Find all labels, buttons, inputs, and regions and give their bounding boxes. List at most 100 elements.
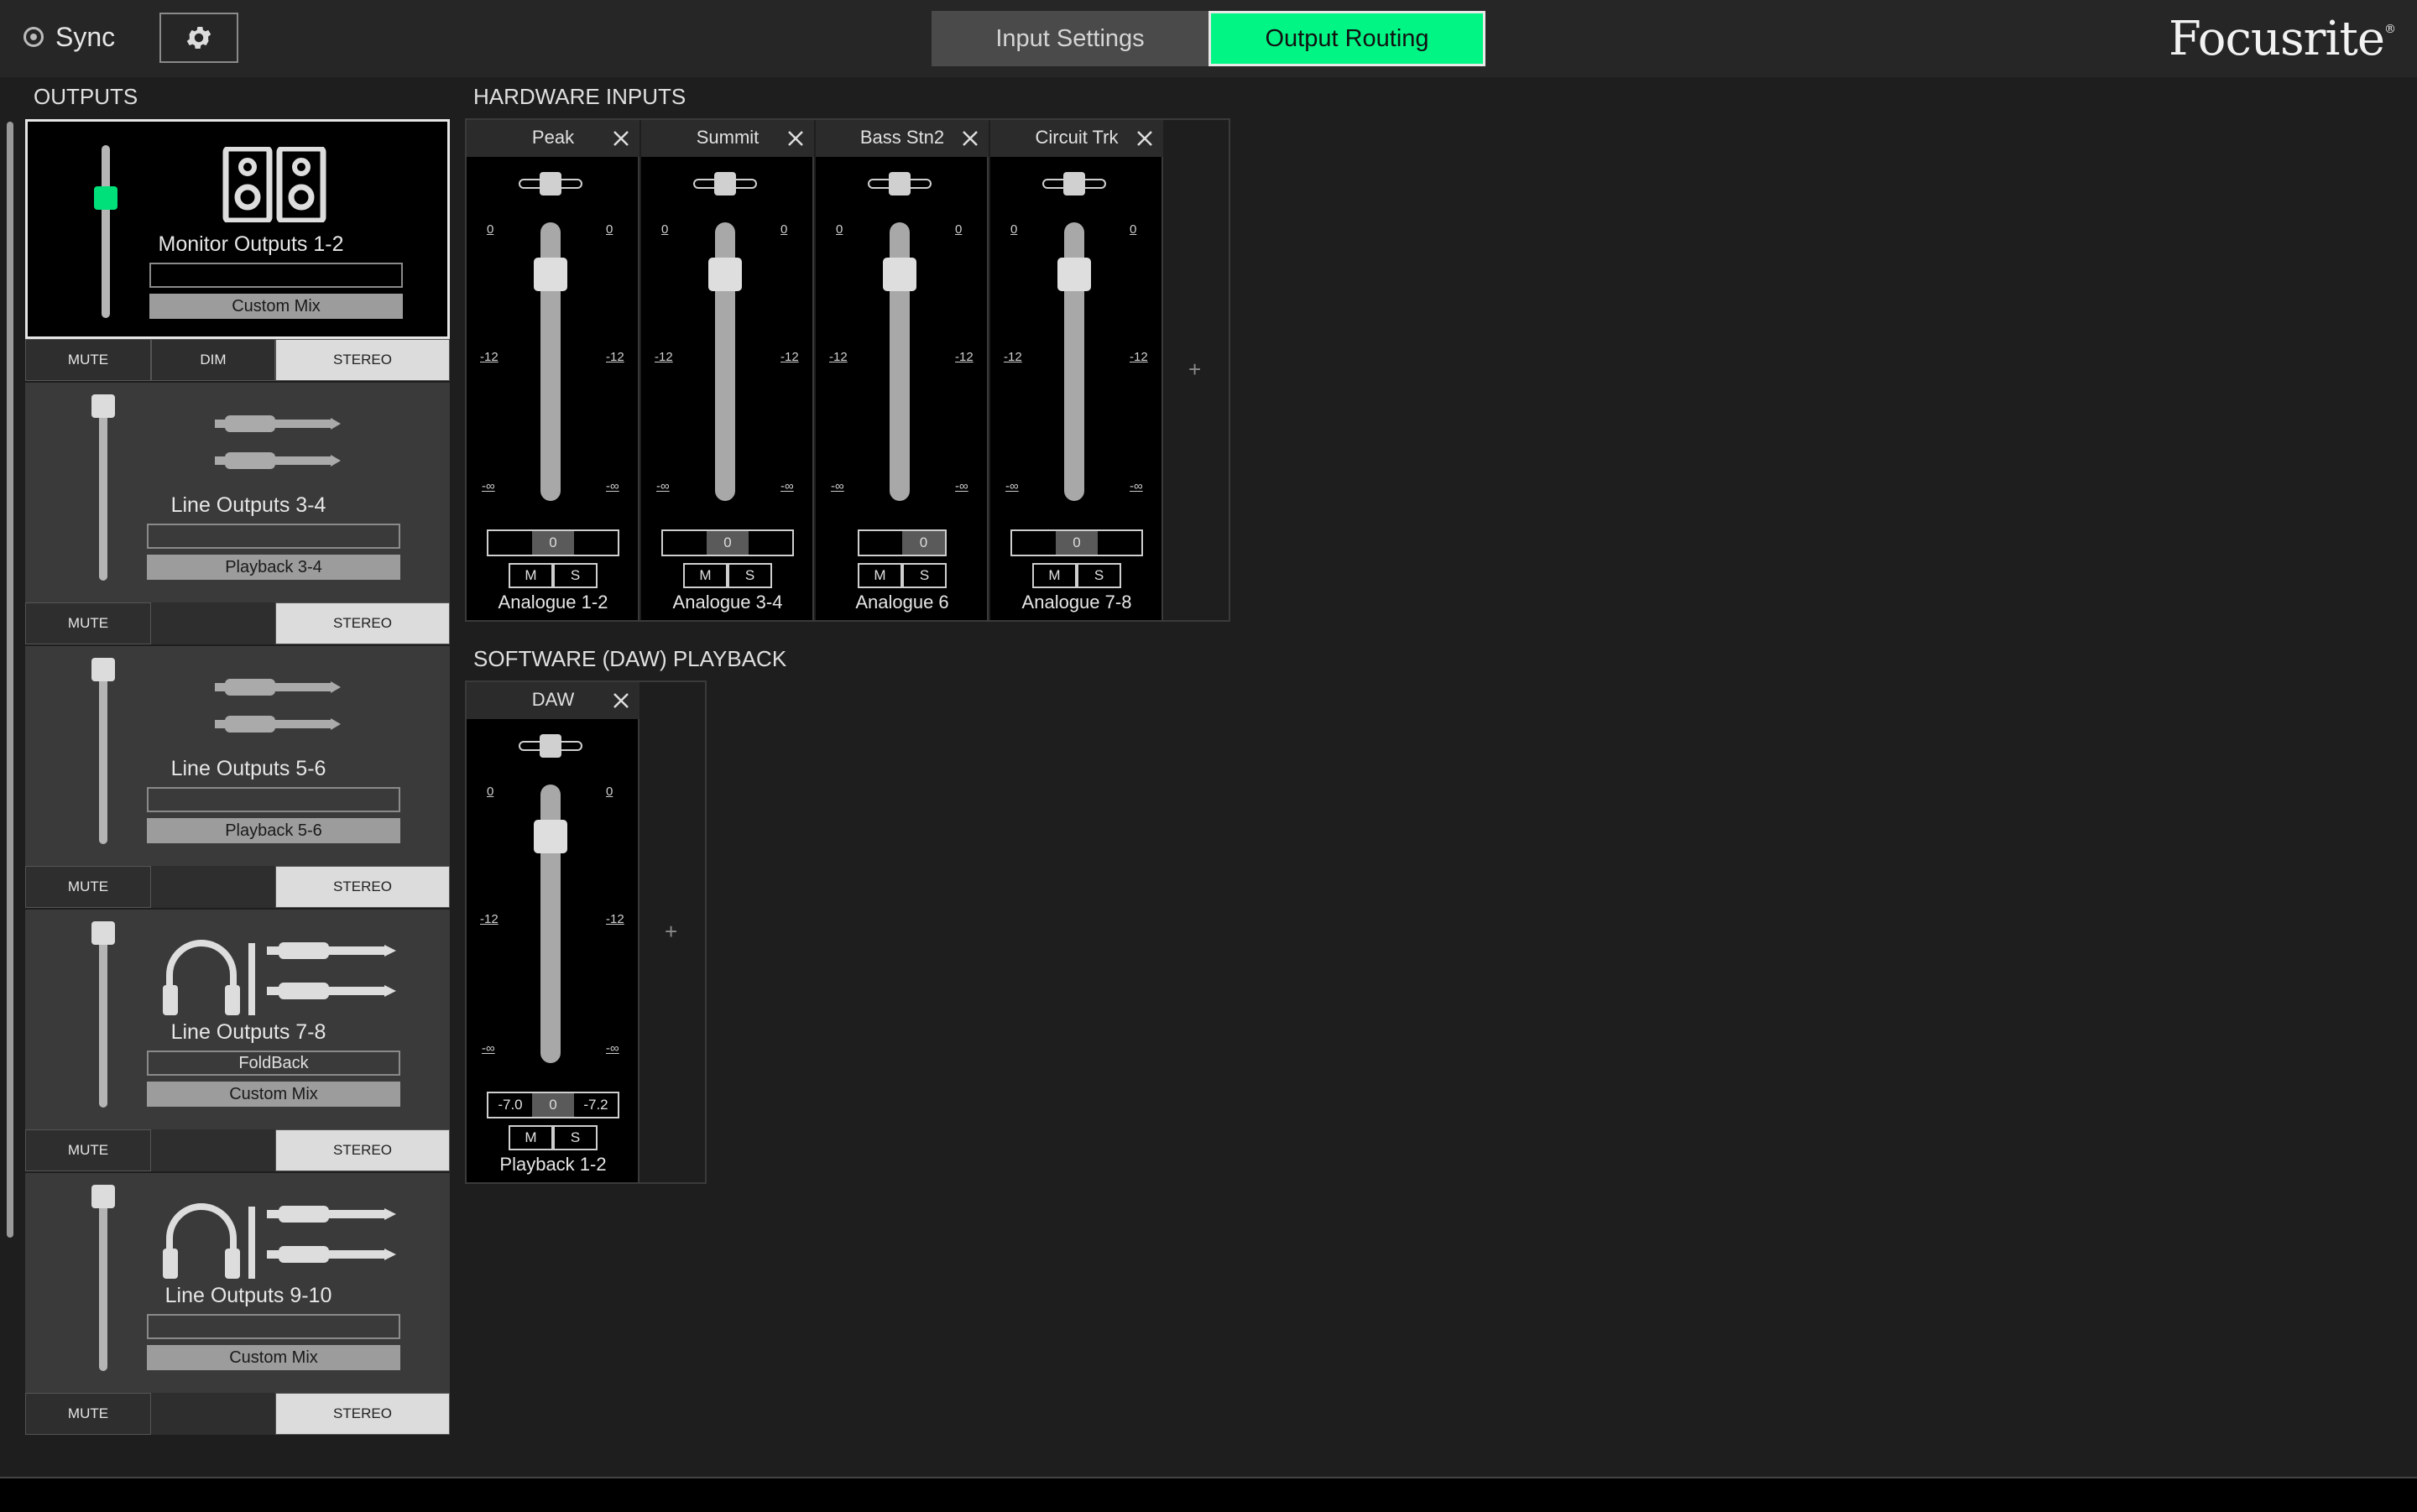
- add-playback-button[interactable]: +: [665, 919, 677, 945]
- mute-button[interactable]: MUTE: [25, 866, 151, 908]
- output-name-field[interactable]: FoldBack: [147, 1051, 400, 1076]
- gear-icon: [186, 26, 211, 50]
- output-name: Line Outputs 5-6: [170, 757, 326, 780]
- tab-input-settings[interactable]: Input Settings: [932, 11, 1208, 66]
- pan-knob[interactable]: [714, 172, 736, 196]
- mute-button[interactable]: MUTE: [25, 1129, 151, 1171]
- output-line-7-8[interactable]: Line Outputs 7-8 FoldBack Custom Mix MUT…: [25, 910, 450, 1173]
- level-right: [1098, 531, 1141, 555]
- mixer-strip[interactable]: DAW 0 0 -12 -12 -∞ -∞ -7.0 0 -7.2 M S Pl…: [467, 682, 639, 1182]
- strip-header: Peak: [467, 120, 639, 157]
- solo-button[interactable]: S: [902, 563, 947, 588]
- output-level-fader-knob[interactable]: [91, 1185, 115, 1208]
- pan-value[interactable]: 0: [707, 531, 749, 555]
- pan-knob[interactable]: [540, 734, 561, 758]
- scale-top-right: 0: [955, 222, 963, 237]
- output-level-fader-knob[interactable]: [91, 394, 115, 418]
- close-icon[interactable]: [1136, 130, 1153, 147]
- output-level-fader-knob[interactable]: [91, 658, 115, 681]
- output-source-select[interactable]: Custom Mix: [149, 294, 403, 319]
- strip-header: Summit: [641, 120, 814, 157]
- mute-button[interactable]: M: [509, 1125, 553, 1150]
- settings-button[interactable]: [159, 13, 238, 63]
- hardware-inputs-title: HARDWARE INPUTS: [473, 84, 686, 109]
- output-source-select[interactable]: Custom Mix: [147, 1082, 400, 1107]
- mixer-strip[interactable]: Bass Stn2 0 0 -12 -12 -∞ -∞ 0 M S Analog…: [816, 120, 989, 620]
- gain-fader-knob[interactable]: [534, 258, 567, 291]
- level-right: -7.2: [583, 1097, 608, 1113]
- tab-output-routing[interactable]: Output Routing: [1208, 11, 1485, 66]
- output-name-field[interactable]: [147, 1314, 400, 1339]
- solo-button[interactable]: S: [728, 563, 772, 588]
- stereo-button[interactable]: STEREO: [275, 1393, 450, 1435]
- outputs-scrollbar[interactable]: [7, 122, 13, 1238]
- output-level-fader-knob[interactable]: [91, 921, 115, 945]
- gain-fader-knob[interactable]: [534, 820, 567, 853]
- close-icon[interactable]: [613, 692, 629, 709]
- stereo-button[interactable]: STEREO: [275, 866, 450, 908]
- gain-fader-knob[interactable]: [1057, 258, 1091, 291]
- mute-button[interactable]: MUTE: [25, 1393, 151, 1435]
- output-source-select[interactable]: Playback 3-4: [147, 555, 400, 580]
- scale-mid-left: -12: [480, 912, 499, 926]
- output-line-3-4[interactable]: Line Outputs 3-4 Playback 3-4 MUTE STERE…: [25, 383, 450, 646]
- scale-bottom-left: -∞: [482, 1041, 495, 1056]
- level-left: [859, 531, 902, 555]
- daw-playback-panel: DAW 0 0 -12 -12 -∞ -∞ -7.0 0 -7.2 M S Pl…: [465, 680, 707, 1184]
- gain-fader-knob[interactable]: [708, 258, 742, 291]
- level-left: [1012, 531, 1056, 555]
- close-icon[interactable]: [962, 130, 979, 147]
- level-readout: 0: [661, 529, 794, 556]
- pan-knob[interactable]: [1063, 172, 1085, 196]
- mute-button[interactable]: M: [858, 563, 902, 588]
- output-level-fader-knob[interactable]: [94, 186, 117, 210]
- output-name-field[interactable]: [147, 524, 400, 549]
- scale-mid-left: -12: [480, 350, 499, 364]
- stereo-button[interactable]: STEREO: [275, 1129, 450, 1171]
- close-icon[interactable]: [787, 130, 804, 147]
- strip-label: Analogue 1-2: [498, 592, 608, 613]
- strip-label: Analogue 7-8: [1021, 592, 1132, 613]
- pan-value[interactable]: 0: [902, 531, 945, 555]
- gain-fader-knob[interactable]: [883, 258, 916, 291]
- level-readout: 0: [858, 529, 947, 556]
- output-line-5-6[interactable]: Line Outputs 5-6 Playback 5-6 MUTE STERE…: [25, 646, 450, 910]
- pan-knob[interactable]: [540, 172, 561, 196]
- output-source-select[interactable]: Custom Mix: [147, 1345, 400, 1370]
- pan-value[interactable]: 0: [1056, 531, 1098, 555]
- scale-bottom-right: -∞: [955, 479, 968, 493]
- mixer-strip[interactable]: Peak 0 0 -12 -12 -∞ -∞ 0 M S Analogue 1-…: [467, 120, 639, 620]
- stereo-button[interactable]: STEREO: [275, 339, 450, 381]
- mute-button[interactable]: MUTE: [25, 602, 151, 644]
- add-input-button[interactable]: +: [1188, 357, 1201, 383]
- pan-knob[interactable]: [889, 172, 911, 196]
- mute-button[interactable]: M: [509, 563, 553, 588]
- output-line-9-10[interactable]: Line Outputs 9-10 Custom Mix MUTE STEREO: [25, 1173, 450, 1436]
- output-name-field[interactable]: [149, 263, 403, 288]
- solo-button[interactable]: S: [553, 1125, 598, 1150]
- stereo-button[interactable]: STEREO: [275, 602, 450, 644]
- level-readout: -7.0 0 -7.2: [487, 1092, 619, 1118]
- output-level-fader[interactable]: [102, 145, 110, 318]
- outputs-list: Monitor Outputs 1-2 Custom Mix MUTE DIM …: [25, 119, 450, 1452]
- solo-button[interactable]: S: [553, 563, 598, 588]
- output-monitor-1-2[interactable]: Monitor Outputs 1-2 Custom Mix MUTE DIM …: [25, 119, 450, 383]
- output-source-select[interactable]: Playback 5-6: [147, 818, 400, 843]
- sync-indicator[interactable]: Sync: [23, 20, 115, 54]
- output-name: Line Outputs 7-8: [170, 1020, 326, 1044]
- mute-button[interactable]: M: [683, 563, 728, 588]
- output-name-field[interactable]: [147, 787, 400, 812]
- level-readout: 0: [487, 529, 619, 556]
- pan-value[interactable]: 0: [532, 1093, 574, 1117]
- pan-value[interactable]: 0: [532, 531, 574, 555]
- mute-button[interactable]: M: [1032, 563, 1077, 588]
- solo-button[interactable]: S: [1077, 563, 1121, 588]
- mixer-strip[interactable]: Circuit Trk 0 0 -12 -12 -∞ -∞ 0 M S Anal…: [990, 120, 1163, 620]
- mute-button[interactable]: MUTE: [25, 339, 151, 381]
- level-right: [574, 531, 618, 555]
- dim-button[interactable]: DIM: [151, 339, 275, 381]
- scale-bottom-left: -∞: [656, 479, 670, 493]
- close-icon[interactable]: [613, 130, 629, 147]
- scale-top-left: 0: [487, 222, 494, 237]
- mixer-strip[interactable]: Summit 0 0 -12 -12 -∞ -∞ 0 M S Analogue …: [641, 120, 814, 620]
